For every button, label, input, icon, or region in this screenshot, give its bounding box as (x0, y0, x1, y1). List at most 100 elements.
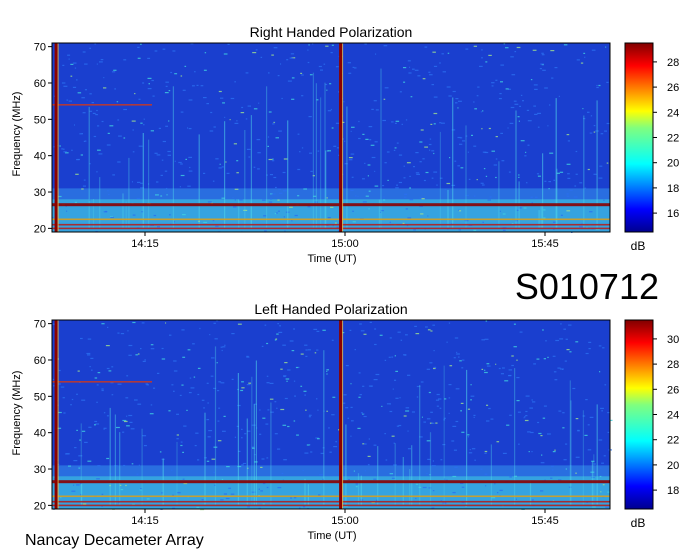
noise-speckle (123, 59, 127, 61)
noise-speckle (420, 213, 424, 215)
noise-speckle (403, 177, 406, 179)
noise-speckle (255, 49, 258, 51)
noise-speckle (396, 142, 399, 144)
noise-speckle (241, 106, 244, 109)
noise-speckle (157, 372, 160, 374)
noise-speckle (87, 338, 92, 340)
noise-speckle (228, 487, 231, 489)
noise-speckle (429, 362, 433, 364)
interference-band (52, 480, 610, 484)
noise-speckle (550, 50, 555, 52)
noise-speckle (234, 122, 239, 124)
interference-band (52, 227, 610, 230)
noise-speckle (513, 100, 517, 102)
colorbar-tick-label: 26 (667, 82, 679, 94)
noise-speckle (303, 390, 307, 392)
colorbar-tick-label: 20 (667, 158, 679, 170)
noise-speckle (348, 159, 353, 161)
noise-speckle (95, 114, 98, 116)
noise-speckle (240, 389, 244, 392)
noise-speckle (147, 77, 152, 79)
noise-speckle (394, 355, 396, 357)
noise-speckle (282, 171, 286, 174)
noise-speckle (322, 329, 326, 331)
noise-speckle (531, 451, 533, 453)
noise-speckle (426, 472, 428, 475)
noise-speckle (83, 179, 86, 181)
noise-speckle (275, 338, 278, 340)
noise-speckle (600, 133, 604, 135)
noise-speckle (208, 430, 213, 432)
noise-speckle (499, 489, 503, 491)
noise-speckle (566, 193, 569, 195)
noise-speckle (162, 140, 166, 143)
noise-speckle (455, 420, 459, 423)
noise-speckle (120, 489, 124, 491)
noise-speckle (468, 178, 471, 180)
noise-speckle (142, 360, 146, 362)
noise-speckle (542, 69, 546, 71)
figure: Right Handed Polarization 20 30 40 50 60 70 1… (11, 24, 679, 549)
noise-speckle (149, 413, 154, 415)
noise-speckle (111, 394, 114, 396)
noise-speckle (129, 421, 133, 423)
noise-speckle (448, 397, 451, 399)
interference-band (52, 223, 610, 226)
noise-speckle (293, 328, 295, 330)
noise-speckle (96, 384, 99, 386)
noise-speckle (107, 190, 109, 192)
noise-speckle (455, 98, 459, 100)
noise-speckle (470, 384, 472, 386)
noise-speckle (316, 330, 320, 332)
noise-speckle (360, 330, 365, 332)
noise-speckle (458, 100, 462, 102)
noise-speckle (131, 120, 136, 122)
noise-speckle (276, 407, 278, 409)
y-tick-label: 40 (34, 428, 46, 440)
y-tick-label: 40 (34, 151, 46, 163)
noise-speckle (68, 465, 71, 467)
noise-speckle (197, 393, 200, 396)
noise-speckle (509, 122, 514, 124)
noise-speckle (403, 67, 407, 69)
interference-band (52, 381, 152, 383)
noise-speckle (87, 460, 92, 462)
noise-speckle (103, 77, 105, 79)
noise-speckle (383, 196, 385, 198)
noise-speckle (589, 416, 594, 418)
noise-speckle (70, 63, 74, 65)
noise-speckle (414, 325, 417, 327)
noise-speckle (173, 370, 178, 372)
noise-speckle (211, 357, 215, 359)
noise-speckle (527, 431, 531, 433)
noise-speckle (218, 167, 222, 169)
noise-speckle (153, 387, 156, 389)
noise-speckle (373, 100, 377, 102)
noise-speckle (432, 490, 435, 492)
noise-speckle (156, 181, 159, 183)
noise-speckle (297, 168, 301, 171)
right-polarization-panel: Right Handed Polarization 20 30 40 50 60 70 1… (11, 24, 679, 265)
noise-speckle (310, 451, 313, 453)
noise-speckle (257, 152, 261, 154)
noise-speckle (354, 195, 357, 197)
noise-speckle (592, 506, 596, 508)
noise-speckle (225, 161, 227, 163)
noise-speckle (565, 443, 568, 445)
noise-speckle (219, 163, 221, 165)
noise-speckle (147, 88, 152, 90)
noise-speckle (562, 412, 565, 414)
noise-speckle (391, 356, 394, 358)
noise-speckle (176, 438, 179, 440)
noise-speckle (432, 51, 436, 53)
noise-speckle (565, 468, 567, 470)
noise-speckle (294, 395, 296, 397)
noise-speckle (116, 101, 119, 103)
noise-speckle (553, 179, 556, 181)
noise-speckle (350, 435, 352, 437)
vertical-streak (542, 153, 544, 229)
noise-speckle (308, 414, 312, 416)
noise-speckle (577, 429, 580, 431)
vertical-streak (253, 404, 255, 506)
noise-speckle (373, 444, 377, 446)
